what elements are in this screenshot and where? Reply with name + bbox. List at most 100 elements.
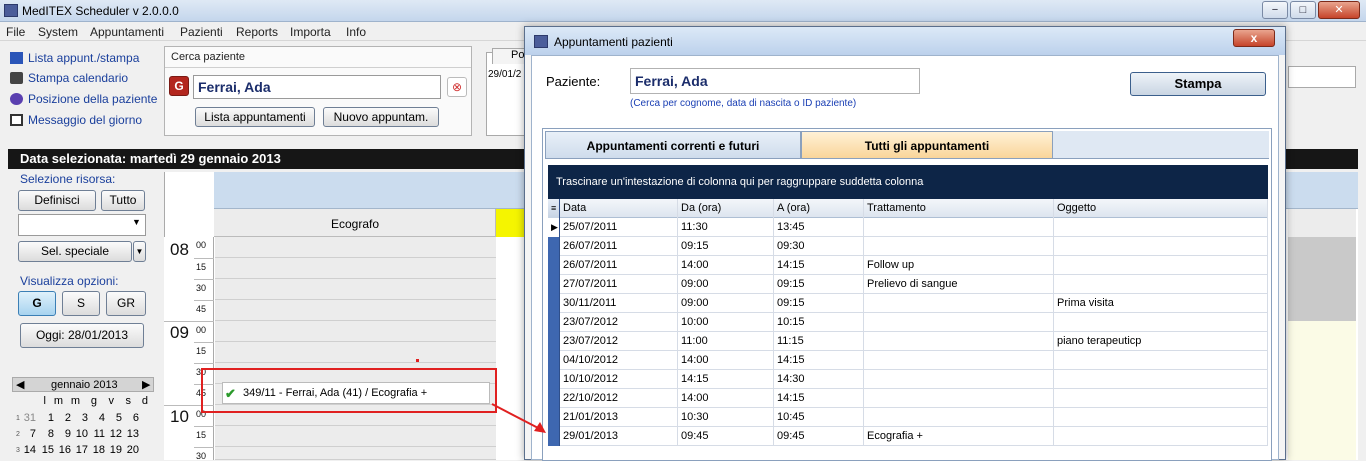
minute-label: 15 bbox=[196, 346, 207, 356]
time-slot[interactable] bbox=[215, 342, 496, 363]
calendar-day[interactable]: 17 bbox=[72, 444, 88, 456]
calendar-day[interactable]: 10 bbox=[72, 428, 88, 440]
dialog-close-button[interactable]: x bbox=[1233, 29, 1275, 47]
lista-appuntamenti-button[interactable]: Lista appuntamenti bbox=[195, 107, 315, 127]
menu-info[interactable]: Info bbox=[346, 25, 366, 39]
table-row[interactable]: ▶ 25/07/2011 11:30 13:45 bbox=[548, 218, 1268, 237]
resource-column-name: Ecografo bbox=[330, 217, 380, 231]
time-slot[interactable] bbox=[215, 300, 496, 321]
time-slot[interactable] bbox=[215, 279, 496, 300]
nuovo-appuntamento-button[interactable]: Nuovo appuntam. bbox=[323, 107, 439, 127]
clear-icon[interactable]: ⊗ bbox=[447, 77, 467, 97]
link-label: Stampa calendario bbox=[28, 71, 129, 85]
grid-header-row[interactable]: ≡ Data Da (ora) A (ora) Trattamento Oggetto bbox=[548, 199, 1268, 218]
calendar-day[interactable]: 12 bbox=[106, 428, 122, 440]
view-week-button[interactable]: S bbox=[62, 291, 100, 316]
sel-speciale-button[interactable]: Sel. speciale bbox=[18, 241, 132, 262]
view-day-button[interactable]: G bbox=[18, 291, 56, 316]
menu-pazienti[interactable]: Pazienti bbox=[180, 25, 223, 39]
table-cell: 09:30 bbox=[774, 237, 864, 256]
row-indicator bbox=[548, 370, 560, 389]
calendar-day[interactable]: 18 bbox=[89, 444, 105, 456]
calendar-day[interactable]: 15 bbox=[38, 444, 54, 456]
print-button[interactable]: Stampa bbox=[1130, 72, 1266, 96]
app-title: MedITEX Scheduler v 2.0.0.0 bbox=[22, 4, 179, 18]
calendar-day[interactable]: 31 bbox=[20, 412, 36, 424]
table-row[interactable]: 23/07/2012 10:00 10:15 bbox=[548, 313, 1268, 332]
table-row[interactable]: 22/10/2012 14:00 14:15 bbox=[548, 389, 1268, 408]
time-slot[interactable] bbox=[215, 258, 496, 279]
calendar-day[interactable]: 16 bbox=[55, 444, 71, 456]
time-slot[interactable] bbox=[215, 447, 496, 460]
time-slot[interactable] bbox=[215, 237, 496, 258]
menu-appuntamenti[interactable]: Appuntamenti bbox=[90, 25, 164, 39]
calendar-day[interactable]: 20 bbox=[123, 444, 139, 456]
maximize-button[interactable]: □ bbox=[1290, 1, 1316, 19]
row-indicator: ≡ bbox=[548, 199, 560, 218]
calendar-day[interactable]: 11 bbox=[89, 428, 105, 440]
resource-select[interactable] bbox=[18, 214, 146, 236]
calendar-day[interactable]: 3 bbox=[72, 412, 88, 424]
menu-importa[interactable]: Importa bbox=[290, 25, 331, 39]
table-row[interactable]: 29/01/2013 09:45 09:45 Ecografia + bbox=[548, 427, 1268, 446]
table-row[interactable]: 26/07/2011 14:00 14:15 Follow up bbox=[548, 256, 1268, 275]
table-row[interactable]: 04/10/2012 14:00 14:15 bbox=[548, 351, 1268, 370]
resource-column-header[interactable]: Ecografo bbox=[214, 209, 496, 237]
right-strip bbox=[1288, 209, 1356, 237]
patient-input[interactable]: Ferrai, Ada bbox=[630, 68, 920, 94]
table-row[interactable]: 23/07/2012 11:00 11:15 piano terapeuticp bbox=[548, 332, 1268, 351]
column-header[interactable]: Data bbox=[560, 199, 678, 218]
calendar-week-row: 3 14 15 16 17 18 19 20 bbox=[12, 444, 157, 459]
close-button[interactable]: ✕ bbox=[1318, 1, 1360, 19]
tutto-button[interactable]: Tutto bbox=[101, 190, 145, 211]
column-header[interactable]: Trattamento bbox=[864, 199, 1054, 218]
weekday-label: s bbox=[125, 395, 132, 407]
tab-all-appointments[interactable]: Tutti gli appuntamenti bbox=[801, 131, 1053, 159]
calendar-day[interactable]: 19 bbox=[106, 444, 122, 456]
table-row[interactable]: 26/07/2011 09:15 09:30 bbox=[548, 237, 1268, 256]
tab-current-future[interactable]: Appuntamenti correnti e futuri bbox=[545, 131, 801, 159]
minimize-button[interactable]: − bbox=[1262, 1, 1288, 19]
group-by-area[interactable]: Trascinare un'intestazione di colonna qu… bbox=[548, 165, 1268, 199]
link-stampa-calendario[interactable]: Stampa calendario bbox=[10, 69, 128, 87]
table-row[interactable]: 21/01/2013 10:30 10:45 bbox=[548, 408, 1268, 427]
table-row[interactable]: 30/11/2011 09:00 09:15 Prima visita bbox=[548, 294, 1268, 313]
menu-file[interactable]: File bbox=[6, 25, 25, 39]
link-posizione-paziente[interactable]: Posizione della paziente bbox=[10, 90, 157, 108]
table-row[interactable]: 27/07/2011 09:00 09:15 Prelievo di sangue bbox=[548, 275, 1268, 294]
calendar-day[interactable]: 5 bbox=[106, 412, 122, 424]
column-chooser-icon[interactable]: ≡ bbox=[551, 203, 556, 213]
definisci-button[interactable]: Definisci bbox=[18, 190, 96, 211]
divider bbox=[194, 426, 214, 427]
calendar-day[interactable]: 2 bbox=[55, 412, 71, 424]
link-messaggio-giorno[interactable]: Messaggio del giorno bbox=[10, 111, 142, 129]
calendar-day[interactable]: 8 bbox=[38, 428, 54, 440]
time-slot[interactable] bbox=[215, 321, 496, 342]
chevron-right-icon[interactable]: ▶ bbox=[142, 378, 150, 391]
menu-reports[interactable]: Reports bbox=[236, 25, 278, 39]
calendar-day[interactable]: 4 bbox=[89, 412, 105, 424]
selected-date-text: Data selezionata: martedì 29 gennaio 201… bbox=[20, 151, 281, 166]
chevron-left-icon[interactable]: ◀ bbox=[16, 378, 24, 391]
today-button[interactable]: Oggi: 28/01/2013 bbox=[20, 323, 144, 348]
chevron-down-icon[interactable]: ▼ bbox=[133, 241, 146, 262]
link-lista-appuntamenti[interactable]: Lista appunt./stampa bbox=[10, 49, 139, 67]
calendar-day[interactable]: 6 bbox=[123, 412, 139, 424]
menu-system[interactable]: System bbox=[38, 25, 78, 39]
time-slot[interactable] bbox=[215, 426, 496, 447]
calendar-day[interactable]: 13 bbox=[123, 428, 139, 440]
column-header[interactable]: A (ora) bbox=[774, 199, 864, 218]
column-header[interactable]: Oggetto bbox=[1054, 199, 1268, 218]
patient-search-input[interactable]: Ferrai, Ada bbox=[193, 75, 441, 99]
column-header[interactable]: Da (ora) bbox=[678, 199, 774, 218]
calendar-day[interactable]: 9 bbox=[55, 428, 71, 440]
calendar-day[interactable]: 7 bbox=[20, 428, 36, 440]
right-strip bbox=[1288, 321, 1356, 460]
table-cell: piano terapeuticp bbox=[1054, 332, 1268, 351]
table-cell: 09:00 bbox=[678, 294, 774, 313]
calendar-day[interactable]: 14 bbox=[20, 444, 36, 456]
calendar-month: gennaio 2013 bbox=[51, 379, 118, 391]
view-group-button[interactable]: GR bbox=[106, 291, 146, 316]
calendar-day[interactable]: 1 bbox=[38, 412, 54, 424]
table-row[interactable]: 10/10/2012 14:15 14:30 bbox=[548, 370, 1268, 389]
